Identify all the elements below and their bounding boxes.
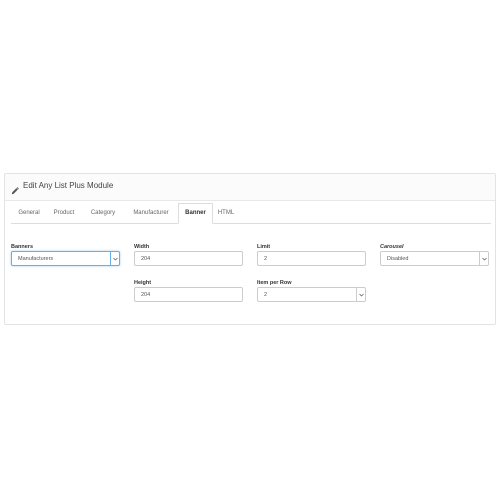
limit-input[interactable]: 2	[257, 251, 366, 266]
tab-general[interactable]: General	[14, 204, 44, 223]
carousel-label: Carousel	[380, 244, 404, 250]
width-input[interactable]: 204	[134, 251, 243, 266]
banners-select-value: Manufacturers	[18, 256, 54, 262]
tab-html[interactable]: HTML	[213, 204, 239, 223]
tab-manufacturer[interactable]: Manufacturer	[127, 204, 175, 223]
tab-banner[interactable]: Banner	[178, 203, 213, 224]
tab-product[interactable]: Product	[49, 204, 79, 223]
item-per-row-select[interactable]: 2	[257, 287, 366, 302]
width-label: Width	[134, 244, 150, 250]
limit-label: Limit	[257, 244, 271, 250]
pencil-icon	[11, 182, 19, 194]
height-label: Height	[134, 280, 152, 286]
chevron-down-icon	[356, 288, 365, 301]
chevron-down-icon	[479, 252, 488, 265]
panel-title: Edit Any List Plus Module	[11, 181, 114, 194]
carousel-select[interactable]: Disabled	[380, 251, 489, 266]
height-input[interactable]: 204	[134, 287, 243, 302]
chevron-down-icon	[110, 252, 119, 265]
panel-heading: Edit Any List Plus Module	[5, 174, 495, 201]
tab-bar: General Product Category Manufacturer Ba…	[11, 203, 491, 224]
carousel-select-value: Disabled	[387, 256, 409, 262]
tab-category[interactable]: Category	[86, 204, 120, 223]
panel-title-text: Edit Any List Plus Module	[23, 181, 114, 190]
module-panel: Edit Any List Plus Module General Produc…	[4, 173, 496, 325]
item-per-row-label: Item per Row	[257, 280, 292, 286]
banners-label: Banners	[11, 244, 34, 250]
banners-select[interactable]: Manufacturers	[11, 251, 120, 266]
item-per-row-select-value: 2	[264, 292, 268, 298]
